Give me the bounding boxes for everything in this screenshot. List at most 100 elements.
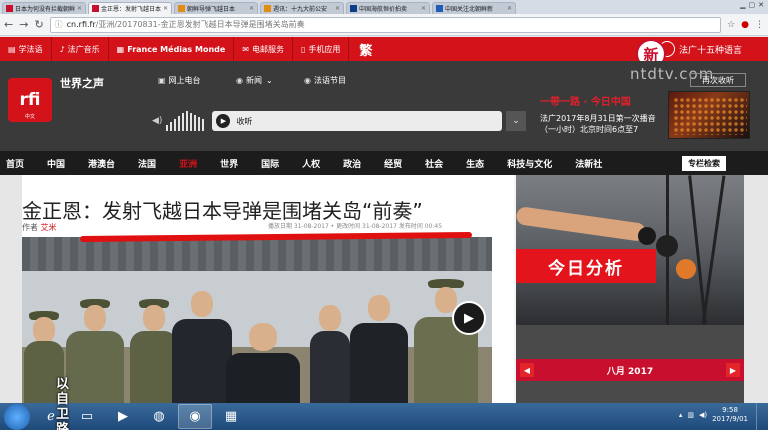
header-nav-radio[interactable]: ▣ 网上电台 [158, 75, 201, 86]
person-figure [226, 321, 300, 403]
firefox-icon[interactable]: ◍ [142, 404, 176, 429]
languages-link[interactable]: 法广十五种语言 [658, 37, 742, 61]
close-icon[interactable]: ✕ [163, 5, 168, 12]
person-figure [130, 299, 178, 403]
extension-icon[interactable]: ● [741, 20, 749, 30]
browser-tab-active[interactable]: 金正恩：发射飞越日本 ✕ [88, 2, 172, 14]
traditional-chinese-toggle[interactable]: 繁 [349, 40, 382, 59]
article: 金正恩：发射飞越日本导弹是围堵关岛“前奏” 作者 艾米 播放日期 31-08-2… [22, 175, 514, 403]
browser-tab[interactable]: 朝鲜导弹飞越日本 ✕ [174, 2, 258, 14]
chevron-down-icon[interactable]: ⌄ [506, 111, 526, 131]
media-icon[interactable]: ▶ [106, 404, 140, 429]
analysis-banner[interactable]: 今日分析 [516, 249, 656, 283]
chevron-right-icon[interactable]: ▶ [726, 363, 740, 377]
site-header: rfi 中文 世界之声 ▣ 网上电台 ◉ 新闻 ⌄ ◉ 法语节目 ◀) ▶ 收听 ⌄ n… [0, 61, 768, 151]
nav-item[interactable]: 科技与文化 [507, 157, 552, 170]
utility-link[interactable]: ♪ 法广音乐 [52, 37, 109, 61]
utility-link[interactable]: ▯ 手机应用 [293, 37, 350, 61]
chrome-icon[interactable]: ◉ [178, 404, 212, 429]
utility-link[interactable]: ▤ 学法语 [0, 37, 52, 61]
sidebar: 今日分析 ◀ 八月 2017 ▶ [516, 175, 744, 403]
utility-link[interactable]: ✉ 电邮服务 [234, 37, 293, 61]
column-search-button[interactable]: 专栏检索 [682, 156, 726, 171]
network-icon[interactable]: ▥ [687, 411, 694, 419]
main-nav: 首页 中国 港澳台 法国 亚洲 世界 国际 人权 政治 经贸 社会 生态 科技与… [0, 151, 768, 175]
reload-icon[interactable]: ↻ [34, 18, 43, 31]
book-icon: ▤ [8, 44, 16, 54]
close-icon[interactable]: ✕ [77, 5, 82, 12]
browser-tab-strip: 日本为何没有拦截朝鲜 ✕ 金正恩：发射飞越日本 ✕ 朝鲜导弹飞越日本 ✕ 週讯：十九大… [0, 0, 768, 14]
window-controls: ▁ ▢ ✕ [740, 1, 764, 9]
nav-item[interactable]: 法国 [138, 157, 156, 170]
mail-icon: ✉ [242, 44, 249, 54]
browser-tab[interactable]: 中国海航恒价拍卖 ✕ [346, 2, 430, 14]
folder-icon[interactable]: ▭ [70, 404, 104, 429]
maximize-icon[interactable]: ▢ [749, 1, 756, 9]
music-icon: ♪ [59, 44, 65, 54]
phone-icon: ▯ [301, 44, 306, 54]
nav-item[interactable]: 生态 [466, 157, 484, 170]
nav-item[interactable]: 经贸 [384, 157, 402, 170]
nav-item-current[interactable]: 亚洲 [179, 157, 197, 170]
listen-bar[interactable]: ▶ 收听 [212, 111, 502, 131]
play-icon[interactable]: ▶ [216, 114, 231, 128]
chevron-up-icon[interactable]: ▴ [679, 411, 683, 419]
author-link[interactable]: 艾米 [41, 223, 57, 232]
rfi-logo[interactable]: rfi 中文 [8, 78, 52, 122]
nav-item[interactable]: 中国 [47, 157, 65, 170]
audio-player: ◀) ▶ 收听 ⌄ [152, 109, 526, 133]
image-icon[interactable]: ▦ [214, 404, 248, 429]
taskbar: ℯ ▭ ▶ ◍ ◉ ▦ ▴ ▥ ◀) 9:58 2017/9/01 [0, 403, 768, 430]
nav-item[interactable]: 世界 [220, 157, 238, 170]
nav-item[interactable]: 首页 [6, 157, 24, 170]
volume-icon[interactable]: ◀) [152, 116, 162, 126]
close-icon[interactable]: ✕ [507, 5, 512, 12]
video-play-icon[interactable]: ▶ [452, 301, 486, 335]
promo-thumbnail[interactable] [668, 91, 750, 139]
replay-button[interactable]: 再次收听 [690, 73, 746, 87]
forward-icon[interactable]: → [19, 18, 28, 31]
system-tray: ▴ ▥ ◀) 9:58 2017/9/01 [679, 406, 748, 424]
overlay-vertical-note: 以 自 卫 路 [56, 377, 70, 430]
menu-icon[interactable]: ⋮ [755, 20, 764, 30]
volume-icon[interactable]: ◀) [699, 411, 707, 419]
rfi-icon [92, 5, 99, 12]
minimize-icon[interactable]: ▁ [740, 1, 745, 9]
nav-item[interactable]: 社会 [425, 157, 443, 170]
month-selector: ◀ 八月 2017 ▶ [516, 359, 744, 381]
nav-item[interactable]: 港澳台 [88, 157, 115, 170]
header-nav-news[interactable]: ◉ 新闻 ⌄ [236, 75, 273, 86]
ntd-icon [6, 5, 13, 12]
close-icon[interactable]: ✕ [249, 5, 254, 12]
close-window-icon[interactable]: ✕ [758, 1, 764, 9]
article-dates: 播放日期 31-08-2017 • 更改时间 31-08-2017 发布时间 0… [268, 223, 443, 230]
voa-icon [350, 5, 357, 12]
utility-link[interactable]: ▦ France Médias Monde [109, 37, 235, 61]
browser-tab[interactable]: 日本为何没有拦截朝鲜 ✕ [2, 2, 86, 14]
chevron-left-icon[interactable]: ◀ [520, 363, 534, 377]
close-icon[interactable]: ✕ [335, 5, 340, 12]
chevron-down-icon: ⌄ [265, 76, 273, 85]
clock[interactable]: 9:58 2017/9/01 [712, 406, 748, 424]
person-figure [350, 291, 408, 403]
nav-item[interactable]: 法新社 [575, 157, 602, 170]
star-icon[interactable]: ☆ [727, 20, 735, 30]
address-bar[interactable]: ⓘ cn.rfi.fr /亚洲/20170831-金正恩发射飞越日本导弹是围堵关… [49, 16, 722, 33]
back-icon[interactable]: ← [4, 18, 13, 31]
nav-item[interactable]: 政治 [343, 157, 361, 170]
content-area: 金正恩：发射飞越日本导弹是围堵关岛“前奏” 作者 艾米 播放日期 31-08-2… [0, 175, 768, 430]
book-icon: ◉ [304, 76, 311, 85]
promo-title[interactable]: 一带一路 · 今日中国 [540, 93, 631, 108]
browser-tab[interactable]: 中国关注北朝鲜新 ✕ [432, 2, 516, 14]
header-nav-french[interactable]: ◉ 法语节目 [304, 75, 346, 86]
ntd-icon [178, 5, 185, 12]
show-desktop-button[interactable] [756, 403, 768, 430]
volume-bars[interactable] [166, 111, 206, 131]
person-figure [414, 279, 478, 403]
close-icon[interactable]: ✕ [421, 5, 426, 12]
nav-item[interactable]: 人权 [302, 157, 320, 170]
start-button[interactable] [4, 403, 30, 430]
browser-tab[interactable]: 週讯：十九大前公安 ✕ [260, 2, 344, 14]
article-photo[interactable]: ▶ [22, 237, 492, 403]
nav-item[interactable]: 国际 [261, 157, 279, 170]
